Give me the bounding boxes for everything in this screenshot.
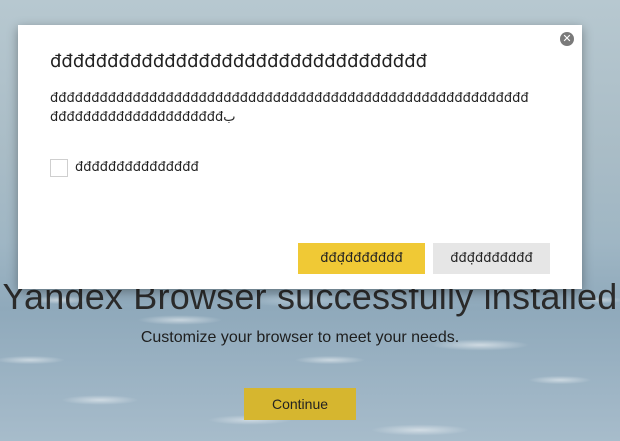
close-icon[interactable]: ✕ [560,32,574,46]
secondary-button[interactable]: đđđ̣đđđđđđđ [433,243,550,274]
dialog-title: đđđđđđđđđđđđđđđđđđđđđđđđđđđđđđđđđ [50,51,428,72]
dialog-checkbox[interactable] [50,159,68,177]
checkbox-label[interactable]: đđđđđđđđđđđđđđđ [75,160,199,175]
primary-button[interactable]: đđđ̣đđđđđđđ [298,243,425,274]
install-success-subtitle: Customize your browser to meet your need… [140,329,460,346]
continue-button[interactable]: Continue [244,388,356,420]
modal-dialog: ✕ đđđđđđđđđđđđđđđđđđđđđđđđđđđđđđđđđ đđđđ… [18,25,582,289]
dialog-body-text: đđđđđđđđđđđđđđđđđđđđđđđđđđđđđđđđđđđđđđđđ… [50,91,529,125]
